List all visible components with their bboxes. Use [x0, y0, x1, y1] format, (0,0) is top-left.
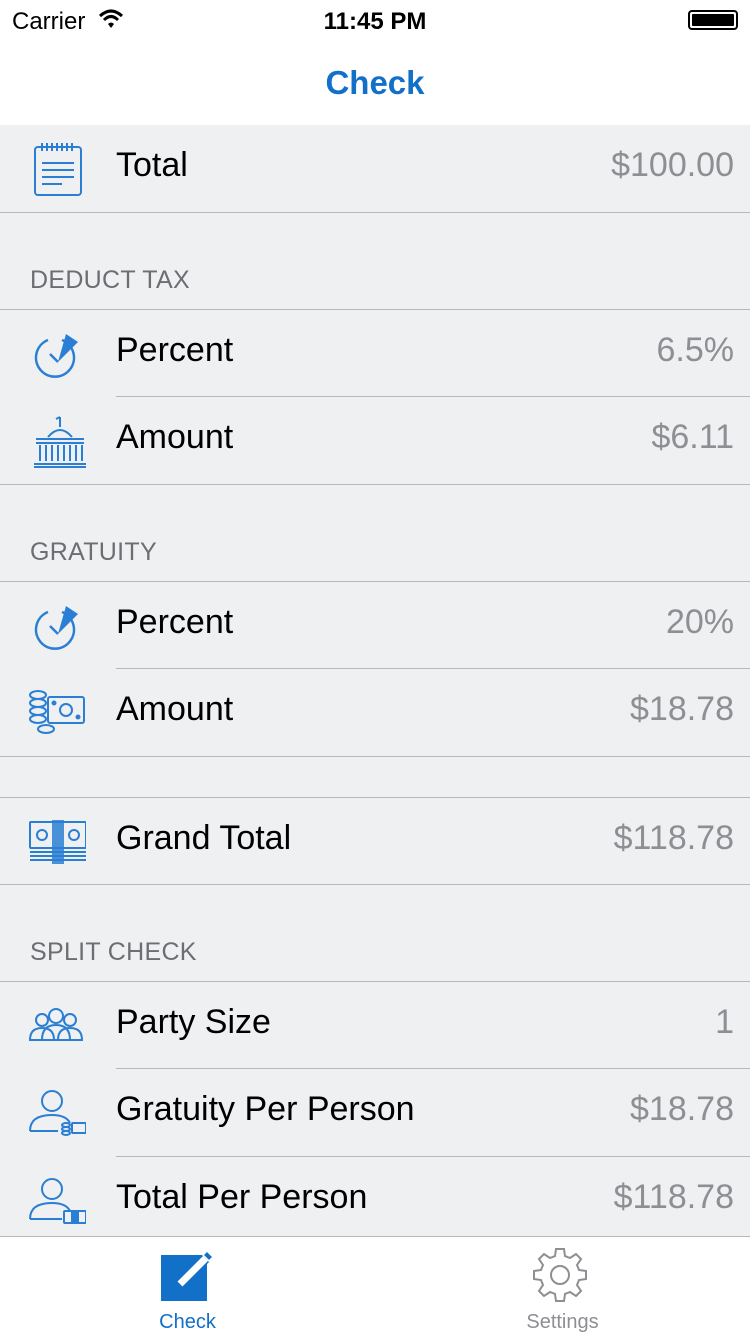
navigation-bar: Check — [0, 40, 750, 128]
gratuity-percent-value: 20% — [665, 603, 734, 641]
total-per-person-value: $118.78 — [613, 1178, 734, 1216]
coins-bill-icon — [26, 685, 86, 741]
tax-percent-row[interactable]: Percent 6.5% — [0, 310, 750, 398]
divider — [0, 884, 750, 885]
gratuity-percent-row[interactable]: Percent 20% — [0, 582, 750, 670]
party-size-row[interactable]: Party Size 1 — [0, 982, 750, 1070]
party-size-label: Party Size — [116, 1003, 271, 1041]
divider — [0, 756, 750, 757]
total-per-person-row[interactable]: Total Per Person $118.78 — [0, 1157, 750, 1245]
pencil-square-icon — [157, 1245, 217, 1305]
tab-settings-label: Settings — [526, 1311, 599, 1333]
section-header-split-check: SPLIT CHECK — [30, 938, 197, 966]
grand-total-value: $118.78 — [613, 819, 734, 857]
tax-amount-row[interactable]: Amount $6.11 — [0, 397, 750, 485]
tab-bar: Check Settings — [0, 1236, 750, 1334]
gratuity-percent-label: Percent — [116, 603, 234, 641]
total-label: Total — [116, 146, 188, 184]
total-per-person-label: Total Per Person — [116, 1178, 368, 1216]
tax-amount-label: Amount — [116, 418, 234, 456]
tax-percent-value: 6.5% — [656, 331, 735, 369]
battery-icon — [688, 10, 738, 30]
divider — [0, 212, 750, 213]
total-value: $100.00 — [611, 146, 734, 184]
person-money-icon — [26, 1173, 86, 1229]
gratuity-per-person-value: $18.78 — [630, 1090, 734, 1128]
gear-icon — [530, 1245, 590, 1305]
page-title: Check — [325, 64, 425, 101]
status-bar: Carrier 11:45 PM — [0, 0, 750, 40]
pie-percent-icon — [26, 326, 86, 382]
party-size-value: 1 — [715, 1003, 734, 1041]
gratuity-amount-value: $18.78 — [630, 690, 734, 728]
person-coins-icon — [26, 1085, 86, 1141]
divider — [0, 484, 750, 485]
grand-total-label: Grand Total — [116, 819, 292, 857]
pie-percent-icon — [26, 598, 86, 654]
gratuity-per-person-label: Gratuity Per Person — [116, 1090, 415, 1128]
total-row[interactable]: Total $100.00 — [0, 125, 750, 213]
tab-check[interactable]: Check — [0, 1237, 375, 1334]
tax-percent-label: Percent — [116, 331, 234, 369]
tax-amount-value: $6.11 — [651, 418, 734, 456]
receipt-icon — [26, 141, 86, 197]
money-stack-icon — [26, 814, 86, 870]
capitol-building-icon — [26, 413, 86, 469]
tab-settings[interactable]: Settings — [375, 1237, 750, 1334]
tab-check-label: Check — [159, 1311, 216, 1333]
grand-total-row[interactable]: Grand Total $118.78 — [0, 798, 750, 886]
gratuity-amount-row[interactable]: Amount $18.78 — [0, 669, 750, 757]
status-time: 11:45 PM — [323, 8, 427, 35]
gratuity-amount-label: Amount — [116, 690, 234, 728]
gratuity-per-person-row[interactable]: Gratuity Per Person $18.78 — [0, 1069, 750, 1157]
section-header-deduct-tax: DEDUCT TAX — [30, 266, 190, 294]
group-people-icon — [26, 998, 86, 1054]
section-header-gratuity: GRATUITY — [30, 538, 157, 566]
